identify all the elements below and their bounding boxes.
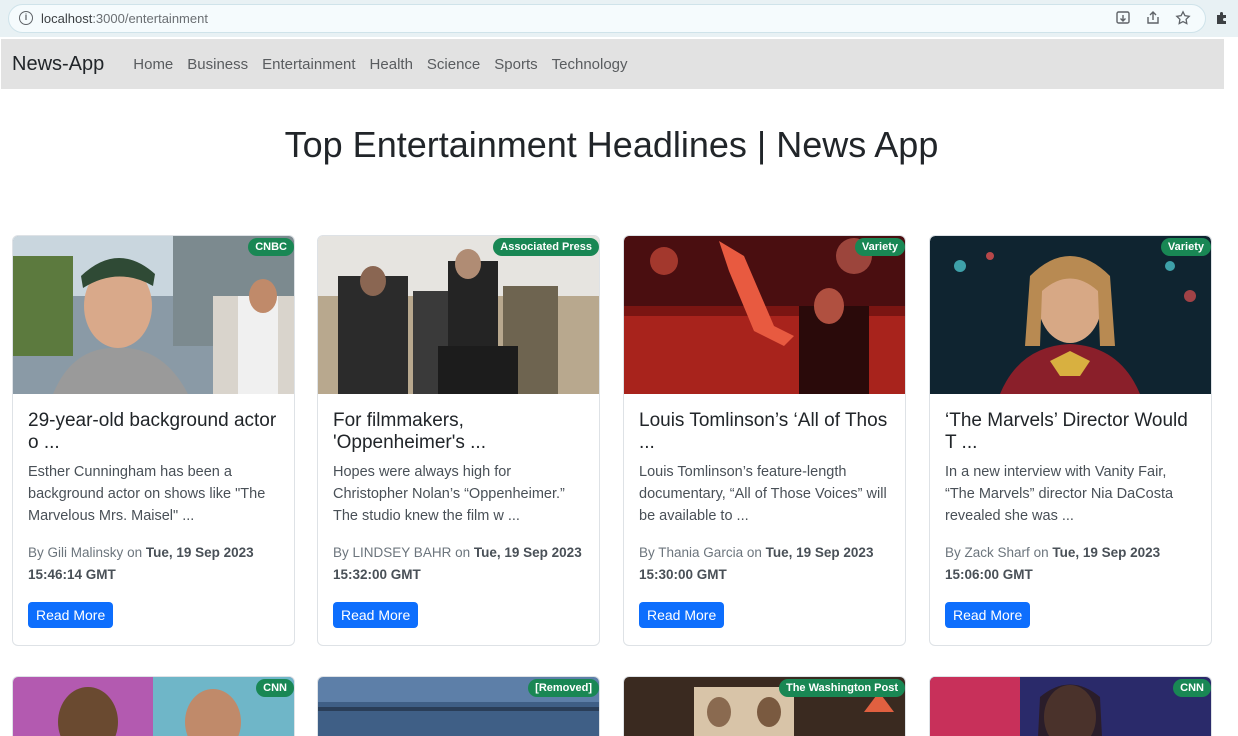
nav-link-science[interactable]: Science: [420, 56, 487, 73]
news-image: [930, 677, 1211, 736]
address-bar[interactable]: i localhost:3000/entertainment: [8, 4, 1206, 33]
on-label: on: [746, 545, 762, 560]
share-icon[interactable]: [1143, 8, 1163, 28]
news-card: Associated Press For filmmakers, 'Oppenh…: [317, 235, 600, 646]
install-app-icon[interactable]: [1113, 8, 1133, 28]
extensions-puzzle-icon[interactable]: [1212, 8, 1232, 28]
browser-toolbar: i localhost:3000/entertainment: [0, 0, 1238, 37]
author: Gili Malinsky: [47, 545, 124, 560]
nav-link-home[interactable]: Home: [126, 56, 180, 73]
news-card: Variety Louis Tomlinson’s ‘All of Thos .…: [623, 235, 906, 646]
by-label: By: [639, 545, 655, 560]
nav-link-sports[interactable]: Sports: [487, 56, 544, 73]
card-description: Louis Tomlinson’s feature-length documen…: [639, 464, 887, 524]
source-badge: Variety: [1160, 238, 1211, 256]
source-badge: Associated Press: [493, 238, 599, 256]
brand-link[interactable]: News-App: [12, 53, 104, 76]
card-meta: By Gili Malinsky on Tue, 19 Sep 2023 15:…: [28, 542, 282, 586]
url-host: localhost: [41, 11, 93, 26]
source-badge: CNBC: [248, 238, 294, 256]
source-badge: Variety: [854, 238, 905, 256]
url-text[interactable]: localhost:3000/entertainment: [41, 11, 208, 26]
source-badge: The Washington Post: [778, 679, 905, 697]
author: Zack Sharf: [964, 545, 1030, 560]
card-title: Louis Tomlinson’s ‘All of Thos ...: [639, 410, 888, 453]
news-image: [930, 236, 1211, 394]
source-badge: CNN: [1173, 679, 1211, 697]
news-card: CNN: [929, 676, 1212, 736]
news-card: Variety ‘The Marvels’ Director Would T .…: [929, 235, 1212, 646]
news-card: The Washington Post: [623, 676, 906, 736]
card-meta: By LINDSEY BAHR on Tue, 19 Sep 2023 15:3…: [333, 542, 587, 586]
on-label: on: [127, 545, 143, 560]
card-title: For filmmakers, 'Oppenheimer's ...: [333, 410, 486, 453]
nav-link-entertainment[interactable]: Entertainment: [255, 56, 362, 73]
read-more-button[interactable]: Read More: [945, 602, 1031, 628]
author: Thania Garcia: [658, 545, 744, 560]
card-description: Hopes were always high for Christopher N…: [333, 464, 565, 524]
by-label: By: [945, 545, 961, 560]
bookmark-star-icon[interactable]: [1173, 8, 1193, 28]
info-icon[interactable]: i: [19, 11, 33, 25]
source-badge: CNN: [256, 679, 294, 697]
navbar: News-App Home Business Entertainment Hea…: [1, 39, 1224, 89]
author: LINDSEY BAHR: [352, 545, 452, 560]
news-image: [13, 236, 294, 394]
card-description: Esther Cunningham has been a background …: [28, 464, 266, 524]
read-more-button[interactable]: Read More: [639, 602, 725, 628]
news-card: [Removed]: [317, 676, 600, 736]
nav-link-business[interactable]: Business: [180, 56, 255, 73]
news-image: [318, 236, 599, 394]
card-title: 29-year-old background actor o ...: [28, 410, 277, 453]
card-meta: By Zack Sharf on Tue, 19 Sep 2023 15:06:…: [945, 542, 1199, 586]
by-label: By: [28, 545, 44, 560]
nav-link-technology[interactable]: Technology: [545, 56, 635, 73]
nav-link-health[interactable]: Health: [363, 56, 420, 73]
nav-links: Home Business Entertainment Health Scien…: [126, 56, 634, 73]
on-label: on: [1033, 545, 1049, 560]
read-more-button[interactable]: Read More: [28, 602, 114, 628]
card-description: In a new interview with Vanity Fair, “Th…: [945, 464, 1174, 524]
news-image: [13, 677, 294, 736]
card-meta: By Thania Garcia on Tue, 19 Sep 2023 15:…: [639, 542, 893, 586]
source-badge: [Removed]: [528, 679, 599, 697]
url-path: :3000/entertainment: [92, 11, 208, 26]
page-title: Top Entertainment Headlines | News App: [284, 124, 939, 165]
read-more-button[interactable]: Read More: [333, 602, 419, 628]
news-card: CNN: [12, 676, 295, 736]
card-title: ‘The Marvels’ Director Would T ...: [945, 410, 1188, 453]
on-label: on: [455, 545, 471, 560]
by-label: By: [333, 545, 349, 560]
news-card: CNBC 29-year-old background actor o ... …: [12, 235, 295, 646]
news-image: [624, 236, 905, 394]
